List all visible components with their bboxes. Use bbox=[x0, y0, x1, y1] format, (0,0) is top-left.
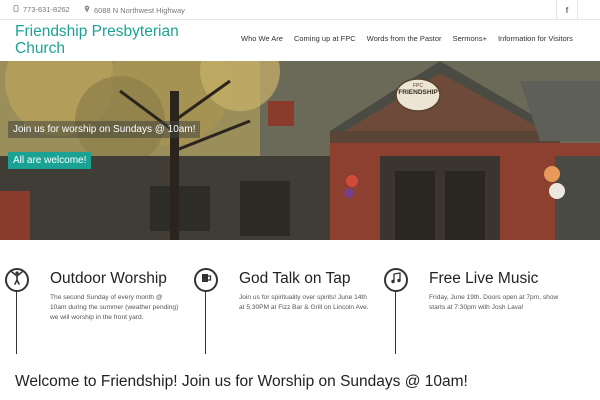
hero-caption-worship: Join us for worship on Sundays @ 10am! bbox=[8, 121, 201, 138]
feature-divider-line bbox=[395, 292, 396, 354]
feature-text: Join us for spirituality over spirits! J… bbox=[239, 294, 369, 311]
phone-number: 773-631-8262 bbox=[23, 5, 70, 14]
nav-item-who-we-are[interactable]: Who We Are bbox=[241, 34, 283, 43]
logo-line-2: Church bbox=[15, 40, 65, 57]
feature-text: Friday, June 19th. Doors open at 7pm, sh… bbox=[429, 294, 559, 311]
feature-icon-circle bbox=[384, 268, 408, 292]
site-logo[interactable]: Friendship Presbyterian Church bbox=[15, 23, 215, 57]
feature-divider-line bbox=[205, 292, 206, 354]
hero-photo bbox=[0, 61, 600, 240]
site-header: Friendship Presbyterian Church Who We Ar… bbox=[0, 20, 600, 60]
feature-divider-line bbox=[16, 292, 17, 354]
address-contact[interactable]: 6088 N Northwest Highway bbox=[84, 5, 185, 15]
hero-caption-welcome: All are welcome! bbox=[8, 152, 92, 169]
feature-title: Free Live Music bbox=[429, 270, 539, 287]
person-arms-raised-icon bbox=[11, 270, 23, 290]
main-nav: Who We Are Coming up at FPC Words from t… bbox=[241, 34, 584, 43]
church-sign-text: FRIENDSHIP bbox=[398, 89, 438, 96]
welcome-heading: Welcome to Friendship! Join us for Worsh… bbox=[15, 373, 468, 390]
feature-text: The second Sunday of every month @ 10am … bbox=[50, 294, 179, 321]
map-pin-icon bbox=[84, 5, 90, 15]
nav-item-words-from-pastor[interactable]: Words from the Pastor bbox=[367, 34, 442, 43]
phone-icon bbox=[13, 5, 19, 14]
beer-mug-icon bbox=[200, 271, 212, 289]
logo-line-1: Friendship Presbyterian bbox=[15, 23, 179, 40]
facebook-icon: f bbox=[565, 5, 569, 15]
top-bar: 773-631-8262 6088 N Northwest Highway f bbox=[0, 0, 600, 20]
address-text: 6088 N Northwest Highway bbox=[94, 5, 185, 15]
church-sign: FPC FRIENDSHIP bbox=[396, 83, 440, 96]
music-note-icon bbox=[390, 271, 402, 289]
hero-banner: FPC FRIENDSHIP Join us for worship on Su… bbox=[0, 61, 600, 240]
nav-item-sermons[interactable]: Sermons+ bbox=[453, 34, 487, 43]
facebook-link[interactable]: f bbox=[556, 0, 578, 20]
feature-icon-circle bbox=[5, 268, 29, 292]
phone-contact[interactable]: 773-631-8262 bbox=[13, 5, 70, 14]
feature-icon-circle bbox=[194, 268, 218, 292]
feature-title: Outdoor Worship bbox=[50, 270, 167, 287]
nav-item-coming-up[interactable]: Coming up at FPC bbox=[294, 34, 356, 43]
feature-title: God Talk on Tap bbox=[239, 270, 351, 287]
nav-item-information-for-visitors[interactable]: Information for Visitors bbox=[498, 34, 573, 43]
